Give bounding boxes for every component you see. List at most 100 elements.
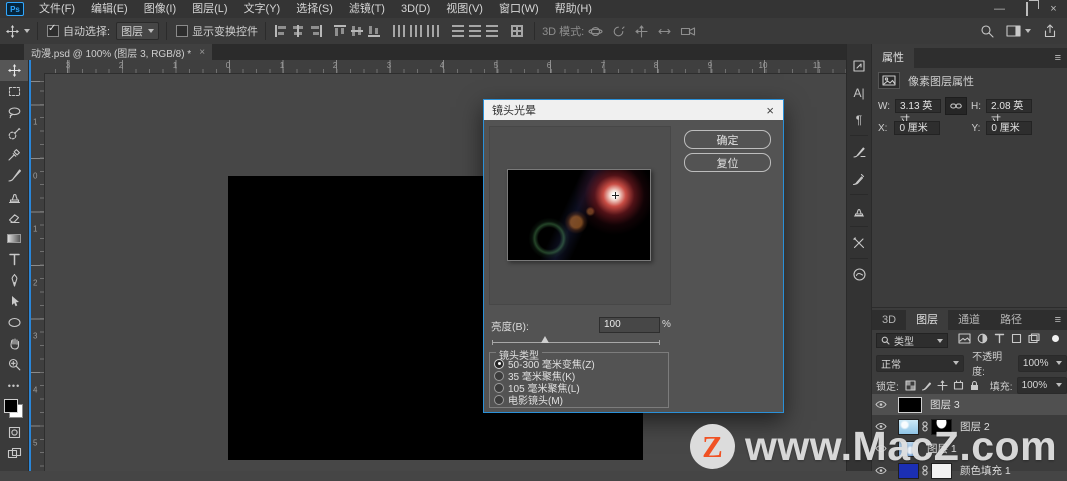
paragraph-panel-icon[interactable]: ¶ <box>846 106 872 133</box>
radio-icon[interactable] <box>494 370 504 381</box>
opacity-dropdown[interactable]: 100% <box>1017 354 1067 372</box>
distribute-horizontal-center-icon[interactable] <box>410 25 424 37</box>
creative-cloud-icon[interactable] <box>846 261 872 288</box>
document-tab[interactable]: 动漫.psd @ 100% (图层 3, RGB/8) * × <box>24 44 213 60</box>
3d-camera-icon[interactable] <box>680 25 696 38</box>
path-selection-tool[interactable] <box>0 291 28 312</box>
more-tools[interactable]: ••• <box>0 375 28 396</box>
layer-thumbnail[interactable] <box>898 440 919 457</box>
align-left-icon[interactable] <box>275 25 289 37</box>
zoom-tool[interactable] <box>0 354 28 375</box>
brightness-slider-track[interactable] <box>492 340 660 345</box>
menu-edit[interactable]: 编辑(E) <box>83 0 136 18</box>
lasso-tool[interactable] <box>0 102 28 123</box>
search-icon[interactable] <box>980 24 994 38</box>
lock-artboard-icon[interactable] <box>953 379 964 391</box>
lens-option-movie-prime[interactable]: 电影镜头(M) <box>494 394 666 407</box>
restore-button[interactable] <box>1013 1 1040 17</box>
brush-settings-panel-icon[interactable] <box>846 138 872 165</box>
minimize-button[interactable]: — <box>986 1 1013 17</box>
layer-row-1[interactable]: 图层 1 <box>872 438 1067 459</box>
panel-menu-icon[interactable]: ≡ <box>1055 48 1067 68</box>
radio-selected-icon[interactable] <box>494 358 504 369</box>
workspace-switcher[interactable] <box>1006 25 1031 37</box>
radio-icon[interactable] <box>494 394 504 405</box>
menu-file[interactable]: 文件(F) <box>31 0 83 18</box>
move-tool-icon[interactable] <box>0 21 24 42</box>
eraser-tool[interactable] <box>0 207 28 228</box>
layer-row-3[interactable]: 图层 3 <box>872 394 1067 415</box>
3d-pan-icon[interactable] <box>634 24 649 38</box>
tab-properties[interactable]: 属性 <box>872 48 914 68</box>
3d-slide-icon[interactable] <box>657 25 672 38</box>
history-panel-icon[interactable] <box>846 52 872 79</box>
pen-tool[interactable] <box>0 270 28 291</box>
menu-image[interactable]: 图像(I) <box>136 0 184 18</box>
layer-name[interactable]: 图层 3 <box>930 397 960 412</box>
distribute-horizontal-icon[interactable] <box>393 25 407 37</box>
menu-window[interactable]: 窗口(W) <box>491 0 547 18</box>
menu-view[interactable]: 视图(V) <box>438 0 491 18</box>
layer-name[interactable]: 图层 2 <box>960 419 990 434</box>
3d-orbit-icon[interactable] <box>588 25 603 38</box>
lock-transparency-icon[interactable] <box>905 379 916 391</box>
align-center-vertical-icon[interactable] <box>351 25 365 37</box>
menu-layer[interactable]: 图层(L) <box>184 0 235 18</box>
gradient-tool[interactable] <box>0 228 28 249</box>
tab-paths[interactable]: 路径 <box>990 310 1032 330</box>
show-transform-checkbox[interactable] <box>176 25 189 37</box>
flare-center-crosshair-icon[interactable] <box>611 192 619 200</box>
radio-icon[interactable] <box>494 382 504 393</box>
marquee-tool[interactable] <box>0 81 28 102</box>
width-input[interactable]: 3.13 英寸 <box>895 99 942 126</box>
filter-type-dropdown[interactable]: 类型 <box>876 333 948 348</box>
foreground-color-swatch[interactable] <box>4 399 18 413</box>
x-input[interactable]: 0 厘米 <box>894 121 941 135</box>
tab-channels[interactable]: 通道 <box>948 310 990 330</box>
clone-stamp-tool[interactable] <box>0 186 28 207</box>
filter-pixel-layers-icon[interactable] <box>958 333 971 344</box>
menu-help[interactable]: 帮助(H) <box>547 0 600 18</box>
color-swatches[interactable] <box>4 399 24 419</box>
filter-toggle-icon[interactable] <box>1052 335 1059 342</box>
screen-mode-button[interactable] <box>0 443 28 464</box>
quick-selection-tool[interactable] <box>0 123 28 144</box>
mask-link-icon[interactable] <box>921 421 929 432</box>
menu-filter[interactable]: 滤镜(T) <box>341 0 393 18</box>
close-tab-icon[interactable]: × <box>199 47 205 58</box>
brightness-input[interactable]: 100 <box>599 317 660 333</box>
distribute-vertical-center-icon[interactable] <box>469 25 483 37</box>
layer-thumbnail[interactable] <box>898 396 922 413</box>
link-dimensions-button[interactable] <box>945 97 968 115</box>
layer-name[interactable]: 图层 1 <box>927 441 957 456</box>
auto-select-target-dropdown[interactable]: 图层 <box>116 22 160 40</box>
eyedropper-tool[interactable] <box>0 144 28 165</box>
lock-pixels-icon[interactable] <box>921 380 932 391</box>
hand-tool[interactable] <box>0 333 28 354</box>
type-tool[interactable] <box>0 249 28 270</box>
clone-source-panel-icon[interactable] <box>846 197 872 224</box>
fill-dropdown[interactable]: 100% <box>1016 376 1067 394</box>
panel-menu-icon[interactable]: ≡ <box>1055 310 1067 330</box>
menu-select[interactable]: 选择(S) <box>288 0 341 18</box>
ruler-origin-corner[interactable] <box>31 60 45 74</box>
brightness-slider-thumb[interactable] <box>541 336 549 343</box>
menu-3d[interactable]: 3D(D) <box>393 0 438 18</box>
y-input[interactable]: 0 厘米 <box>986 121 1033 135</box>
ok-button[interactable]: 确定 <box>684 130 771 149</box>
reset-button[interactable]: 复位 <box>684 153 771 172</box>
align-center-horizontal-icon[interactable] <box>292 25 306 37</box>
blend-mode-dropdown[interactable]: 正常 <box>876 354 965 372</box>
tool-presets-panel-icon[interactable] <box>846 229 872 256</box>
auto-select-checkbox[interactable] <box>47 23 59 37</box>
brushes-panel-icon[interactable] <box>846 165 872 192</box>
layer-mask-thumbnail[interactable] <box>931 418 952 435</box>
visibility-eye-icon[interactable] <box>872 422 890 431</box>
move-tool[interactable] <box>0 60 28 81</box>
align-right-icon[interactable] <box>309 25 323 37</box>
3d-roll-icon[interactable] <box>611 25 626 38</box>
distribute-vertical-bottom-icon[interactable] <box>486 25 500 37</box>
filter-adjustment-layers-icon[interactable] <box>977 333 988 344</box>
align-bottom-icon[interactable] <box>368 25 382 37</box>
flare-preview-image[interactable] <box>507 169 651 261</box>
